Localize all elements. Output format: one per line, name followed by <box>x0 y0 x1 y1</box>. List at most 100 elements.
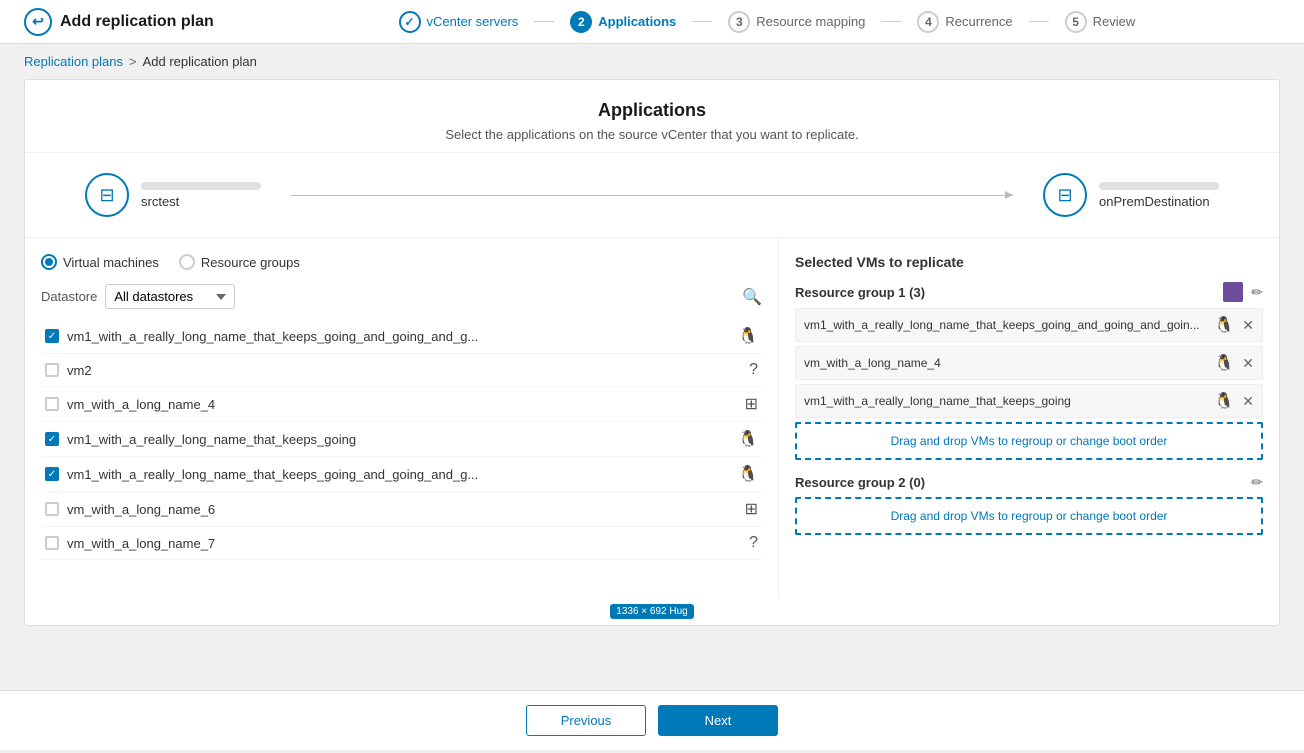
step-badge-vcenter: ✓ <box>399 11 421 33</box>
step-label-resource-mapping: Resource mapping <box>756 14 865 29</box>
dest-vcenter-label: onPremDestination <box>1099 194 1219 209</box>
two-column-layout: Virtual machines Resource groups Datasto… <box>25 238 1279 598</box>
vm-checkbox-2[interactable] <box>45 397 59 411</box>
step-badge-recurrence: 4 <box>917 11 939 33</box>
breadcrumb-current: Add replication plan <box>143 54 257 69</box>
rg1-edit-icon[interactable]: ✏ <box>1251 284 1263 301</box>
arrow-line <box>261 195 1043 196</box>
vm-checkbox-3[interactable] <box>45 432 59 446</box>
breadcrumb-parent[interactable]: Replication plans <box>24 54 123 69</box>
right-column: Selected VMs to replicate Resource group… <box>779 238 1279 598</box>
step-label-recurrence: Recurrence <box>945 14 1012 29</box>
top-navigation: ↩ Add replication plan ✓ vCenter servers… <box>0 0 1304 44</box>
vm-name-4: vm1_with_a_really_long_name_that_keeps_g… <box>67 467 730 482</box>
wizard-panel: Applications Select the applications on … <box>24 79 1280 626</box>
radio-resource-groups[interactable]: Resource groups <box>179 254 300 270</box>
step-label-applications: Applications <box>598 14 676 29</box>
radio-rg-label: Resource groups <box>201 255 300 270</box>
datastore-select[interactable]: All datastores Datastore 1 Datastore 2 <box>105 284 235 309</box>
breadcrumb: Replication plans > Add replication plan <box>0 44 1304 79</box>
rg1-vm-name-2: vm1_with_a_really_long_name_that_keeps_g… <box>804 394 1206 408</box>
step-badge-applications: 2 <box>570 11 592 33</box>
vm-os-icon-3: 🐧 <box>738 429 758 449</box>
search-icon[interactable]: 🔍 <box>742 287 762 307</box>
wizard-step-vcenter[interactable]: ✓ vCenter servers <box>383 11 535 33</box>
vm-row: vm_with_a_long_name_4 ⊞ <box>41 387 762 422</box>
radio-virtual-machines[interactable]: Virtual machines <box>41 254 159 270</box>
panel-subtitle: Select the applications on the source vC… <box>49 127 1255 142</box>
rg1-vm-os-1: 🐧 <box>1214 353 1234 373</box>
rg2-drag-drop[interactable]: Drag and drop VMs to regroup or change b… <box>795 497 1263 535</box>
bottom-bar: Previous Next <box>0 690 1304 750</box>
resource-group-1: Resource group 1 (3) ✏ vm1_with_a_really… <box>795 282 1263 460</box>
step-badge-resource-mapping: 3 <box>728 11 750 33</box>
rg1-header: Resource group 1 (3) ✏ <box>795 282 1263 302</box>
rg1-vm-os-2: 🐧 <box>1214 391 1234 411</box>
vm-os-icon-1: ? <box>749 361 758 379</box>
arrow-inner <box>291 195 1013 196</box>
vm-name-1: vm2 <box>67 363 741 378</box>
panel-title: Applications <box>49 100 1255 121</box>
rg1-vm-remove-0[interactable]: ✕ <box>1242 317 1254 334</box>
dest-vcenter-name-bar <box>1099 182 1219 190</box>
left-column: Virtual machines Resource groups Datasto… <box>25 238 779 598</box>
vm-os-icon-0: 🐧 <box>738 326 758 346</box>
dest-vcenter-icon: ⊟ <box>1043 173 1087 217</box>
wizard-step-applications[interactable]: 2 Applications <box>554 11 692 33</box>
vm-list: vm1_with_a_really_long_name_that_keeps_g… <box>41 319 762 560</box>
rg2-header: Resource group 2 (0) ✏ <box>795 474 1263 491</box>
vm-checkbox-4[interactable] <box>45 467 59 481</box>
rg1-vm-remove-2[interactable]: ✕ <box>1242 393 1254 410</box>
resource-group-2: Resource group 2 (0) ✏ Drag and drop VMs… <box>795 474 1263 535</box>
size-hint-bar: 1336 × 692 Hug <box>25 598 1279 625</box>
step-divider-3 <box>881 21 901 22</box>
rg2-edit-icon[interactable]: ✏ <box>1251 474 1263 491</box>
step-label-vcenter: vCenter servers <box>427 14 519 29</box>
filter-row: Datastore All datastores Datastore 1 Dat… <box>41 284 762 309</box>
previous-button[interactable]: Previous <box>526 705 646 736</box>
radio-rg-circle <box>179 254 195 270</box>
step-divider-1 <box>534 21 554 22</box>
wizard-steps: ✓ vCenter servers 2 Applications 3 Resou… <box>254 11 1280 33</box>
step-label-review: Review <box>1093 14 1136 29</box>
wizard-step-resource-mapping[interactable]: 3 Resource mapping <box>712 11 881 33</box>
radio-vm-label: Virtual machines <box>63 255 159 270</box>
source-vcenter-icon: ⊟ <box>85 173 129 217</box>
source-vcenter-label: srctest <box>141 194 261 209</box>
rg1-vm-remove-1[interactable]: ✕ <box>1242 355 1254 372</box>
vm-checkbox-1[interactable] <box>45 363 59 377</box>
vm-os-icon-6: ? <box>749 534 758 552</box>
rg1-drag-drop[interactable]: Drag and drop VMs to regroup or change b… <box>795 422 1263 460</box>
vm-row: vm1_with_a_really_long_name_that_keeps_g… <box>41 457 762 492</box>
app-icon: ↩ <box>24 8 52 36</box>
step-badge-review: 5 <box>1065 11 1087 33</box>
app-title: ↩ Add replication plan <box>24 8 214 36</box>
vm-name-3: vm1_with_a_really_long_name_that_keeps_g… <box>67 432 730 447</box>
source-vcenter: ⊟ srctest <box>85 173 261 217</box>
wizard-step-recurrence[interactable]: 4 Recurrence <box>901 11 1028 33</box>
dest-vcenter: ⊟ onPremDestination <box>1043 173 1219 217</box>
vm-checkbox-5[interactable] <box>45 502 59 516</box>
vm-row: vm1_with_a_really_long_name_that_keeps_g… <box>41 422 762 457</box>
dest-vcenter-info: onPremDestination <box>1099 182 1219 209</box>
vm-row: vm_with_a_long_name_7 ? <box>41 527 762 560</box>
step-divider-4 <box>1029 21 1049 22</box>
view-mode-radio-group: Virtual machines Resource groups <box>41 254 762 270</box>
rg1-vm-row-2: vm1_with_a_really_long_name_that_keeps_g… <box>795 384 1263 418</box>
vm-name-5: vm_with_a_long_name_6 <box>67 502 737 517</box>
main-content: Applications Select the applications on … <box>0 79 1304 690</box>
vm-row: vm1_with_a_really_long_name_that_keeps_g… <box>41 319 762 354</box>
size-hint-label: 1336 × 692 Hug <box>610 604 693 619</box>
source-vcenter-name-bar <box>141 182 261 190</box>
app-title-text: Add replication plan <box>60 13 214 31</box>
vcenter-bar: ⊟ srctest ⊟ onPremDestination <box>25 153 1279 238</box>
vm-checkbox-6[interactable] <box>45 536 59 550</box>
rg1-vm-name-1: vm_with_a_long_name_4 <box>804 356 1206 370</box>
rg1-title: Resource group 1 (3) <box>795 285 925 300</box>
rg1-indicator <box>1223 282 1243 302</box>
panel-header: Applications Select the applications on … <box>25 80 1279 153</box>
next-button[interactable]: Next <box>658 705 778 736</box>
vm-checkbox-0[interactable] <box>45 329 59 343</box>
vm-row: vm2 ? <box>41 354 762 387</box>
wizard-step-review[interactable]: 5 Review <box>1049 11 1152 33</box>
